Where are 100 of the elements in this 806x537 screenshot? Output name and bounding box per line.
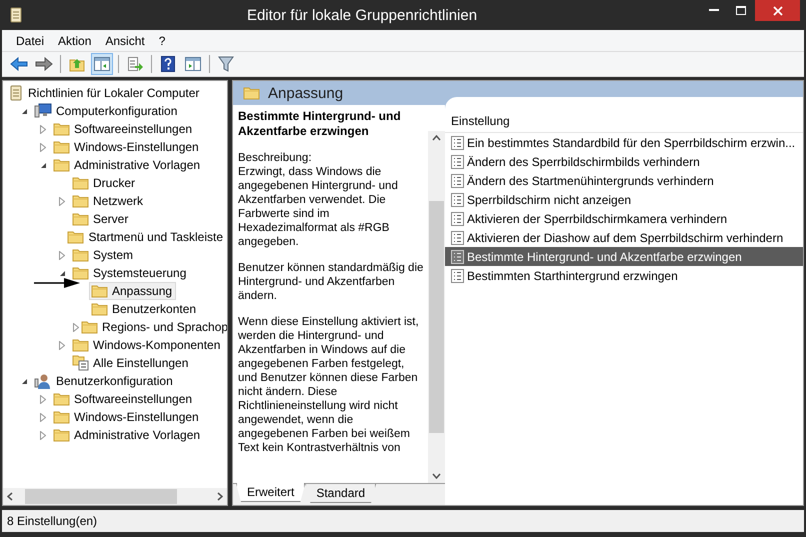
user-icon bbox=[34, 373, 52, 389]
pane-title: Anpassung bbox=[268, 84, 344, 102]
folder-icon bbox=[53, 122, 70, 136]
setting-row[interactable]: Bestimmten Starthintergrund erzwingen bbox=[445, 266, 803, 285]
tree-pane-icon bbox=[94, 57, 110, 71]
setting-row[interactable]: Ändern des Startmenühintergrunds verhindern bbox=[445, 171, 803, 190]
tree-item[interactable]: Windows-Komponenten bbox=[70, 336, 224, 354]
setting-row[interactable]: Ändern des Sperrbildschirmbilds verhindern bbox=[445, 152, 803, 171]
folder-icon bbox=[53, 392, 70, 406]
close-button[interactable] bbox=[755, 0, 800, 21]
arrow-annotation bbox=[34, 277, 80, 289]
folder-icon bbox=[91, 302, 108, 316]
status-bar: 8 Einstellung(en) bbox=[2, 510, 804, 532]
menu-item[interactable]: Aktion bbox=[52, 34, 100, 48]
settings-list-icon bbox=[72, 355, 89, 371]
scrollbar-thumb[interactable] bbox=[429, 201, 444, 433]
collapsed-icon[interactable] bbox=[40, 124, 46, 134]
tree-item[interactable]: Administrative Vorlagen bbox=[51, 426, 204, 444]
policy-icon bbox=[451, 136, 464, 150]
description-label: Beschreibung: bbox=[238, 151, 313, 165]
setting-row[interactable]: Ein bestimmtes Standardbild für den Sperrbildschirm erzwin... bbox=[445, 133, 803, 152]
tree-item[interactable]: Server bbox=[70, 210, 132, 228]
collapsed-icon[interactable] bbox=[59, 250, 65, 260]
tree-item[interactable]: Drucker bbox=[70, 174, 140, 192]
scroll-right-icon[interactable] bbox=[217, 492, 223, 501]
menu-item[interactable]: Datei bbox=[10, 34, 52, 48]
tree-item[interactable]: Softwareeinstellungen bbox=[51, 390, 196, 408]
tree-item[interactable]: Computerkonfiguration bbox=[32, 102, 182, 120]
expanded-icon[interactable] bbox=[20, 108, 28, 114]
scroll-up-icon[interactable] bbox=[432, 135, 441, 141]
policy-icon bbox=[451, 212, 464, 226]
scrollbar-thumb[interactable] bbox=[25, 489, 177, 504]
maximize-icon bbox=[736, 6, 746, 15]
menu-item[interactable]: Ansicht bbox=[99, 34, 153, 48]
collapsed-icon[interactable] bbox=[40, 412, 46, 422]
folder-icon bbox=[72, 266, 89, 280]
view-tab[interactable]: Standard bbox=[305, 484, 376, 503]
description-text: Benutzer können standardmäßig die Hintergrund- und Akzentfarben ändern. bbox=[238, 261, 424, 303]
computer-icon bbox=[34, 103, 52, 119]
setting-row[interactable]: Sperrbildschirm nicht anzeigen bbox=[445, 190, 803, 209]
collapsed-icon[interactable] bbox=[59, 340, 65, 350]
collapsed-icon[interactable] bbox=[40, 430, 46, 440]
folder-icon bbox=[72, 194, 89, 208]
description-text: Wenn diese Einstellung aktiviert ist, werden die Hintergrund- und Akzentfarben in Windows auf die angegebenen Farben festgelegt, und Benutzer können diese Farben nicht ändern. Diese Richtlinieneinstellung wird nicht angewendet, wenn die angegebenen Farben bei weißem Text kein Kontrastverhältnis von bbox=[238, 315, 420, 455]
folder-icon bbox=[243, 86, 260, 100]
folder-icon bbox=[91, 284, 108, 298]
tree-item[interactable]: Startmenü und Taskleiste bbox=[65, 228, 227, 246]
scroll-down-icon[interactable] bbox=[432, 473, 441, 479]
minimize-icon bbox=[709, 9, 719, 12]
folder-icon bbox=[53, 158, 70, 172]
help-icon bbox=[161, 56, 175, 72]
policy-icon bbox=[451, 250, 464, 264]
scroll-icon bbox=[8, 85, 24, 101]
tree-item[interactable]: Anpassung bbox=[89, 282, 176, 300]
expanded-icon[interactable] bbox=[40, 162, 46, 168]
export-list-icon bbox=[127, 56, 143, 72]
scroll-left-icon[interactable] bbox=[7, 492, 13, 501]
expanded-icon[interactable] bbox=[20, 378, 28, 384]
collapsed-icon[interactable] bbox=[59, 196, 65, 206]
window-title: Editor für lokale Gruppenrichtlinien bbox=[246, 6, 478, 24]
folder-icon bbox=[53, 410, 70, 424]
filter-icon bbox=[218, 56, 234, 72]
policy-icon bbox=[451, 192, 464, 206]
folder-icon bbox=[72, 176, 89, 190]
close-icon bbox=[772, 6, 782, 16]
tree-item[interactable]: Benutzerkonfiguration bbox=[32, 372, 177, 390]
folder-icon bbox=[72, 212, 89, 226]
setting-row[interactable]: Bestimmte Hintergrund- und Akzentfarbe erzwingen bbox=[445, 247, 803, 266]
setting-title: Bestimmte Hintergrund- und Akzentfarbe erzwingen bbox=[238, 109, 402, 139]
tree-item[interactable]: Benutzerkonten bbox=[89, 300, 200, 318]
tree-item[interactable]: System bbox=[70, 246, 138, 264]
tree-item[interactable]: Systemsteuerung bbox=[70, 264, 190, 282]
description-text: Erzwingt, dass Windows die angegebenen Hintergrund- und Akzentfarben verwendet. Die Farbwerte sind im Hexadezimalformat als #RGB angegeben. bbox=[238, 165, 399, 249]
setting-row[interactable]: Aktivieren der Diashow auf dem Sperrbildschirm verhindern bbox=[445, 228, 803, 247]
setting-row[interactable]: Aktivieren der Sperrbildschirmkamera verhindern bbox=[445, 209, 803, 228]
column-header[interactable]: Einstellung bbox=[445, 109, 803, 133]
expanded-icon[interactable] bbox=[58, 270, 66, 276]
collapsed-icon[interactable] bbox=[73, 322, 79, 332]
tree-item[interactable]: Windows-Einstellungen bbox=[51, 408, 203, 426]
policy-icon bbox=[451, 268, 464, 282]
tree-item[interactable]: Netzwerk bbox=[70, 192, 148, 210]
back-arrow-icon bbox=[10, 57, 28, 71]
tree-item[interactable]: Richtlinien für Lokaler Computer bbox=[6, 84, 204, 102]
collapsed-icon[interactable] bbox=[40, 394, 46, 404]
collapsed-icon[interactable] bbox=[40, 142, 46, 152]
policy-icon bbox=[451, 174, 464, 188]
folder-icon bbox=[53, 428, 70, 442]
tree-item[interactable]: Alle Einstellungen bbox=[70, 354, 192, 372]
view-tab[interactable]: Erweitert bbox=[236, 483, 306, 502]
tree-item[interactable]: Administrative Vorlagen bbox=[51, 156, 204, 174]
folder-icon bbox=[72, 338, 89, 352]
menu-item[interactable]: ? bbox=[152, 34, 174, 48]
policy-icon bbox=[451, 154, 464, 168]
tree-item[interactable]: Windows-Einstellungen bbox=[51, 138, 203, 156]
forward-arrow-icon bbox=[35, 57, 53, 71]
folder-icon bbox=[72, 248, 89, 262]
folder-icon bbox=[53, 140, 70, 154]
folder-up-icon bbox=[69, 56, 85, 72]
folder-icon bbox=[67, 230, 84, 244]
tree-item[interactable]: Softwareeinstellungen bbox=[51, 120, 196, 138]
